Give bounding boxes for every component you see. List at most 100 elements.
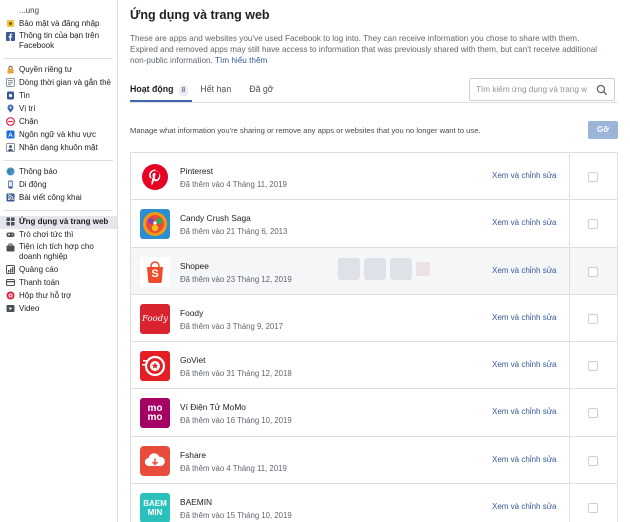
app-list: Pinterest Đã thêm vào 4 Tháng 11, 2019 X… bbox=[130, 152, 618, 522]
app-select-checkbox[interactable] bbox=[588, 455, 598, 466]
checkbox-column-divider bbox=[569, 153, 570, 200]
app-select-checkbox[interactable] bbox=[588, 219, 598, 230]
app-name: Ví Điện Tử MoMo bbox=[180, 402, 246, 413]
app-row-momo: mo mo Ví Điện Tử MoMo Đã thêm vào 16 Thá… bbox=[131, 389, 617, 437]
sidebar-item-face-recognition[interactable]: Nhận dạng khuôn mặt bbox=[0, 142, 117, 155]
view-edit-link[interactable]: Xem và chỉnh sửa bbox=[492, 360, 557, 369]
view-edit-link[interactable]: Xem và chỉnh sửa bbox=[492, 407, 557, 416]
description-text: These are apps and websites you've used … bbox=[130, 34, 598, 65]
shopee-logo: S bbox=[140, 256, 170, 287]
app-added-date: Đã thêm vào 23 Tháng 12, 2019 bbox=[180, 274, 292, 284]
sidebar-item-label: Bài viết công khai bbox=[19, 193, 82, 202]
story-icon bbox=[6, 91, 15, 100]
sidebar-item-label: Thông tin của bạn trên Facebook bbox=[19, 31, 100, 50]
shopee-logo-letter: S bbox=[151, 268, 159, 281]
tab-count-badge: 8 bbox=[178, 85, 189, 96]
app-select-checkbox[interactable] bbox=[588, 503, 598, 514]
tab-expired[interactable]: Hết hạn bbox=[200, 78, 241, 102]
ads-icon bbox=[6, 265, 15, 274]
checkbox-column-divider bbox=[569, 389, 570, 436]
sidebar-item-instant-games[interactable]: Trò chơi tức thì bbox=[0, 229, 117, 242]
app-row-pinterest: Pinterest Đã thêm vào 4 Tháng 11, 2019 X… bbox=[131, 153, 617, 201]
tab-label: Hết hạn bbox=[200, 84, 232, 94]
app-select-checkbox[interactable] bbox=[588, 313, 598, 324]
app-name: Pinterest bbox=[180, 166, 214, 176]
app-search-box[interactable] bbox=[469, 78, 615, 101]
apps-websites-panel: Ứng dụng và trang web These are apps and… bbox=[118, 0, 630, 522]
baemin-logo-top: BAEM bbox=[143, 499, 167, 509]
baemin-logo-bottom: MIN bbox=[147, 508, 163, 518]
tab-label: Đã gỡ bbox=[249, 84, 274, 94]
view-edit-link[interactable]: Xem và chỉnh sửa bbox=[492, 455, 557, 464]
app-select-checkbox[interactable] bbox=[588, 408, 598, 419]
sidebar-item-label: Dòng thời gian và gắn thẻ bbox=[19, 78, 111, 87]
view-edit-link[interactable]: Xem và chỉnh sửa bbox=[492, 502, 557, 511]
view-edit-link[interactable]: Xem và chỉnh sửa bbox=[492, 218, 557, 227]
tabs-divider bbox=[130, 102, 618, 103]
sidebar-item-label: Tin bbox=[19, 91, 30, 100]
sidebar-item-business-integrations[interactable]: Tiện ích tích hợp cho doanh nghiệp bbox=[0, 242, 117, 264]
sidebar-item-payments[interactable]: Thanh toán bbox=[0, 277, 117, 290]
sidebar-item-apps-websites[interactable]: Ứng dụng và trang web bbox=[0, 216, 117, 229]
settings-sidebar: ...ung Bảo mật và đăng nhập Thông tin củ… bbox=[0, 0, 118, 522]
shield-key-icon bbox=[6, 19, 15, 28]
rss-icon bbox=[6, 193, 15, 202]
sidebar-item-ads[interactable]: Quảng cáo bbox=[0, 264, 117, 277]
sidebar-item-label: Thanh toán bbox=[19, 278, 60, 287]
face-recognition-icon bbox=[6, 143, 15, 152]
sidebar-divider bbox=[4, 210, 113, 211]
app-search-input[interactable] bbox=[476, 85, 593, 94]
remove-button[interactable]: Gỡ bbox=[588, 121, 618, 139]
tab-removed[interactable]: Đã gỡ bbox=[249, 78, 283, 102]
view-edit-link[interactable]: Xem và chỉnh sửa bbox=[492, 313, 557, 322]
foody-logo-text: Foody bbox=[142, 313, 168, 324]
checkbox-column-divider bbox=[569, 484, 570, 522]
view-edit-link[interactable]: Xem và chỉnh sửa bbox=[492, 266, 557, 275]
momo-logo-text: mo mo bbox=[140, 398, 170, 428]
video-icon bbox=[6, 304, 15, 313]
search-icon[interactable] bbox=[596, 84, 608, 96]
sidebar-item-label: Quyền riêng tư bbox=[19, 65, 73, 74]
apps-icon bbox=[6, 217, 15, 226]
sidebar-item-stories[interactable]: Tin bbox=[0, 90, 117, 103]
app-select-checkbox[interactable] bbox=[588, 361, 598, 372]
sidebar-item-blocking[interactable]: Chặn bbox=[0, 116, 117, 129]
sidebar-item-location[interactable]: Vị trí bbox=[0, 103, 117, 116]
sidebar-item-language[interactable]: A Ngôn ngữ và khu vực bbox=[0, 129, 117, 142]
learn-more-link[interactable]: Tìm hiểu thêm bbox=[215, 56, 267, 65]
pinterest-logo bbox=[140, 162, 170, 192]
payment-icon bbox=[6, 278, 15, 287]
game-icon bbox=[6, 230, 15, 239]
view-edit-link[interactable]: Xem và chỉnh sửa bbox=[492, 171, 557, 180]
momo-logo: mo mo bbox=[140, 398, 170, 429]
sidebar-item-label: Vị trí bbox=[19, 104, 36, 113]
sidebar-item-videos[interactable]: Video bbox=[0, 303, 117, 316]
sidebar-item-label: Bảo mật và đăng nhập bbox=[19, 19, 100, 28]
sidebar-item-privacy[interactable]: Quyền riêng tư bbox=[0, 64, 117, 77]
app-added-date: Đã thêm vào 31 Tháng 12, 2018 bbox=[180, 369, 292, 379]
language-icon: A bbox=[6, 130, 15, 139]
sidebar-item-your-information[interactable]: Thông tin của bạn trên Facebook bbox=[0, 31, 117, 53]
app-status-tabs: Hoạt động 8 Hết hạn Đã gỡ bbox=[130, 78, 292, 102]
app-row-foody: Foody Foody Đã thêm vào 3 Tháng 9, 2017 … bbox=[131, 294, 617, 343]
sidebar-item-label: Nhận dạng khuôn mặt bbox=[19, 143, 98, 152]
sidebar-item-partial[interactable]: ...ung bbox=[0, 5, 117, 18]
sidebar-item-public-posts[interactable]: Bài viết công khai bbox=[0, 192, 117, 205]
sidebar-item-security[interactable]: Bảo mật và đăng nhập bbox=[0, 18, 117, 31]
sidebar-item-support-inbox[interactable]: Hộp thư hỗ trợ bbox=[0, 290, 117, 303]
sidebar-item-mobile[interactable]: Di động bbox=[0, 179, 117, 192]
momo-logo-bottom: mo bbox=[147, 412, 163, 424]
app-select-checkbox[interactable] bbox=[588, 172, 598, 182]
sidebar-item-label: Video bbox=[19, 304, 40, 313]
app-added-date: Đã thêm vào 4 Tháng 11, 2019 bbox=[180, 180, 287, 189]
fshare-logo bbox=[140, 445, 170, 476]
app-select-checkbox[interactable] bbox=[588, 266, 598, 277]
checkbox-column-divider bbox=[569, 342, 570, 389]
app-name: Shopee bbox=[180, 260, 209, 271]
app-added-date: Đã thêm vào 4 Tháng 11, 2019 bbox=[180, 463, 287, 473]
tab-active[interactable]: Hoạt động 8 bbox=[130, 78, 193, 102]
timeline-icon bbox=[6, 78, 15, 87]
sidebar-item-timeline[interactable]: Dòng thời gian và gắn thẻ bbox=[0, 77, 117, 90]
sidebar-item-notifications[interactable]: Thông báo bbox=[0, 166, 117, 179]
svg-text:A: A bbox=[8, 131, 13, 139]
